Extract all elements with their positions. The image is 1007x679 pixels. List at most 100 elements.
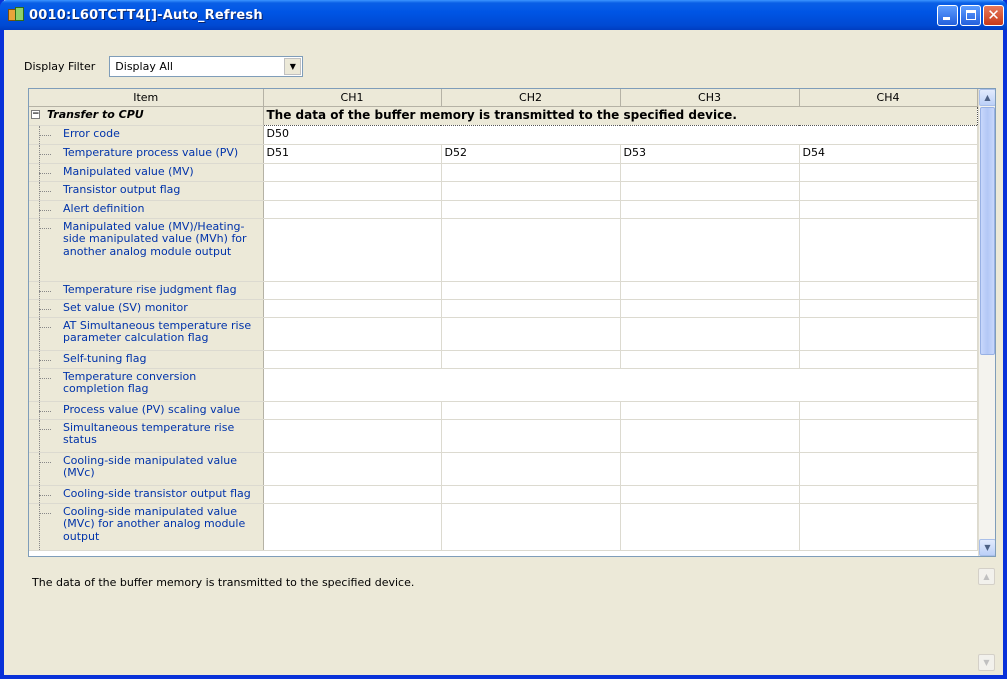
device-cell-ch4[interactable]: D54 — [799, 144, 978, 164]
column-header-ch3[interactable]: CH3 — [620, 89, 800, 107]
device-cell-ch4[interactable] — [799, 452, 978, 486]
collapse-icon[interactable]: − — [31, 109, 40, 119]
device-cell-ch1[interactable] — [263, 163, 442, 182]
scroll-down-icon[interactable]: ▼ — [979, 539, 995, 556]
row-item-cell[interactable]: Error code — [29, 125, 264, 145]
device-cell-ch1[interactable] — [263, 485, 442, 504]
device-cell-ch4[interactable] — [799, 485, 978, 504]
device-cell-ch2[interactable] — [441, 281, 621, 300]
device-cell-ch4[interactable] — [799, 299, 978, 318]
device-cell-ch3[interactable] — [620, 401, 800, 420]
minimize-button[interactable] — [937, 5, 958, 26]
column-header-ch1[interactable]: CH1 — [263, 89, 442, 107]
row-item-cell[interactable]: Manipulated value (MV) — [29, 163, 264, 182]
row-item-cell[interactable]: Process value (PV) scaling value — [29, 401, 264, 420]
scrollbar-thumb[interactable] — [980, 107, 995, 355]
column-header-ch2[interactable]: CH2 — [441, 89, 621, 107]
column-header-item[interactable]: Item — [29, 89, 264, 107]
row-item-cell[interactable]: Transistor output flag — [29, 181, 264, 201]
device-cell-ch1[interactable] — [263, 281, 442, 300]
app-icon[interactable] — [8, 7, 24, 23]
grid-vertical-scrollbar[interactable]: ▲ ▼ — [978, 89, 995, 556]
device-cell-ch3[interactable] — [620, 317, 800, 351]
row-item-cell[interactable]: Cooling-side manipulated value (MVc) — [29, 452, 264, 486]
chevron-down-icon[interactable]: ▼ — [284, 58, 302, 75]
device-cell-ch4[interactable] — [799, 317, 978, 351]
device-cell-ch4[interactable] — [799, 419, 978, 453]
device-cell-ch2[interactable] — [441, 317, 621, 351]
row-item-cell[interactable]: Manipulated value (MV)/Heating-side mani… — [29, 218, 264, 282]
close-icon: ✕ — [987, 6, 1000, 24]
device-cell-ch2[interactable] — [441, 503, 621, 551]
device-cell-ch3[interactable] — [620, 419, 800, 453]
row-item-cell[interactable]: Alert definition — [29, 200, 264, 219]
device-cell-ch2[interactable] — [441, 350, 621, 369]
device-cell-ch1[interactable] — [263, 181, 442, 201]
device-cell-ch2[interactable] — [441, 299, 621, 318]
device-cell-ch2[interactable] — [441, 401, 621, 420]
device-cell-ch2[interactable] — [441, 452, 621, 486]
scroll-down-icon[interactable]: ▼ — [978, 654, 995, 671]
device-cell-ch2[interactable]: D52 — [441, 144, 621, 164]
auto-refresh-grid[interactable]: Item CH1 CH2 CH3 CH4 − Transfer to CPU T… — [28, 88, 996, 557]
title-bar[interactable]: 0010:L60TCTT4[]-Auto_Refresh ✕ — [0, 0, 1007, 30]
device-cell-ch4[interactable] — [799, 281, 978, 300]
device-cell-ch3[interactable] — [620, 281, 800, 300]
group-item-cell[interactable]: − Transfer to CPU — [29, 106, 264, 126]
maximize-button[interactable] — [960, 5, 981, 26]
row-item-cell[interactable]: Set value (SV) monitor — [29, 299, 264, 318]
device-cell-ch3[interactable] — [620, 503, 800, 551]
device-cell-ch3[interactable] — [620, 163, 800, 182]
scroll-up-icon[interactable]: ▲ — [978, 568, 995, 585]
device-cell-ch1[interactable] — [263, 452, 442, 486]
table-row: Temperature conversion completion flag — [29, 368, 978, 402]
device-cell-ch3[interactable] — [620, 452, 800, 486]
device-cell-ch1[interactable] — [263, 317, 442, 351]
device-cell-ch2[interactable] — [441, 218, 621, 282]
device-cell-ch1[interactable] — [263, 401, 442, 420]
column-header-ch4[interactable]: CH4 — [799, 89, 978, 107]
device-cell-ch4[interactable] — [799, 200, 978, 219]
row-item-cell[interactable]: Temperature process value (PV) — [29, 144, 264, 164]
device-cell-ch4[interactable] — [799, 181, 978, 201]
row-item-cell[interactable]: Temperature conversion completion flag — [29, 368, 264, 402]
device-cell-ch3[interactable] — [620, 485, 800, 504]
device-cell-ch4[interactable] — [799, 163, 978, 182]
device-cell-ch1[interactable] — [263, 419, 442, 453]
table-row: Temperature process value (PV) D51 D52 D53 D… — [29, 144, 978, 164]
device-cell-ch1[interactable] — [263, 350, 442, 369]
row-item-cell[interactable]: Simultaneous temperature rise status — [29, 419, 264, 453]
device-cell-ch4[interactable] — [799, 350, 978, 369]
device-cell-ch2[interactable] — [441, 200, 621, 219]
device-cell-ch2[interactable] — [441, 419, 621, 453]
device-cell-ch1[interactable] — [263, 299, 442, 318]
device-cell-ch3[interactable] — [620, 181, 800, 201]
description-scrollbar[interactable]: ▲ ▼ — [978, 568, 995, 671]
device-cell-ch1[interactable]: D51 — [263, 144, 442, 164]
device-cell-ch1[interactable] — [263, 503, 442, 551]
device-cell-ch2[interactable] — [441, 163, 621, 182]
device-cell-ch4[interactable] — [799, 218, 978, 282]
device-cell-ch2[interactable] — [441, 181, 621, 201]
device-cell-ch1[interactable] — [263, 200, 442, 219]
device-cell-ch3[interactable] — [620, 218, 800, 282]
device-cell-ch1[interactable] — [263, 218, 442, 282]
device-cell-ch3[interactable]: D53 — [620, 144, 800, 164]
row-item-cell[interactable]: AT Simultaneous temperature rise paramet… — [29, 317, 264, 351]
scroll-up-icon[interactable]: ▲ — [979, 89, 995, 106]
device-cell[interactable] — [263, 368, 978, 402]
row-item-cell[interactable]: Cooling-side manipulated value (MVc) for… — [29, 503, 264, 551]
row-item-cell[interactable]: Temperature rise judgment flag — [29, 281, 264, 300]
device-cell[interactable]: D50 — [263, 125, 978, 145]
row-item-cell[interactable]: Cooling-side transistor output flag — [29, 485, 264, 504]
device-cell-ch2[interactable] — [441, 485, 621, 504]
device-cell-ch3[interactable] — [620, 350, 800, 369]
device-cell-ch3[interactable] — [620, 299, 800, 318]
close-button[interactable]: ✕ — [983, 5, 1004, 26]
device-cell-ch3[interactable] — [620, 200, 800, 219]
device-cell-ch4[interactable] — [799, 503, 978, 551]
group-description[interactable]: The data of the buffer memory is transmi… — [262, 105, 978, 126]
row-item-cell[interactable]: Self-tuning flag — [29, 350, 264, 369]
display-filter-select[interactable]: Display All ▼ — [109, 56, 304, 77]
device-cell-ch4[interactable] — [799, 401, 978, 420]
